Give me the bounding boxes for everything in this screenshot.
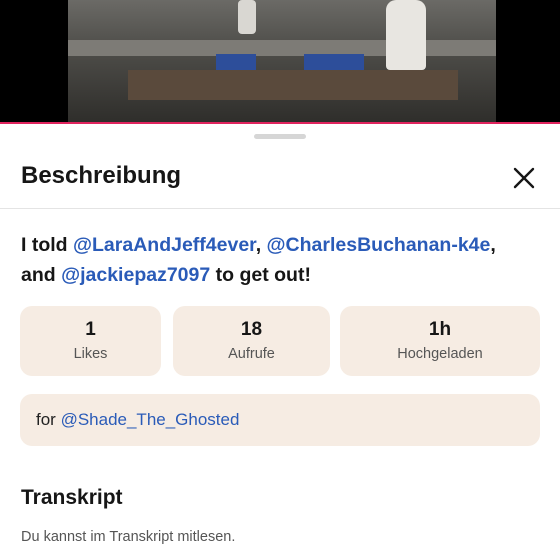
dedication-box: for @Shade_The_Ghosted: [20, 394, 540, 446]
dedication-text: for @Shade_The_Ghosted: [36, 410, 239, 430]
stat-label: Likes: [73, 346, 108, 362]
video-caption: I told @LaraAndJeff4ever, @CharlesBuchan…: [21, 230, 541, 290]
caption-text: to get out!: [210, 264, 311, 286]
video-scene-person: [238, 0, 256, 34]
dedication-prefix: for: [36, 410, 61, 429]
stats-row: 1 Likes 18 Aufrufe 1h Hochgeladen: [20, 306, 540, 376]
close-button[interactable]: [510, 164, 538, 192]
caption-text: ,: [255, 234, 262, 256]
video-scene-counter: [128, 70, 458, 100]
divider: [0, 208, 560, 209]
video-scene-person: [386, 0, 426, 70]
stat-uploaded: 1h Hochgeladen: [340, 306, 540, 376]
stat-label: Aufrufe: [228, 346, 275, 362]
stat-value: 1h: [428, 319, 452, 340]
stat-label: Hochgeladen: [397, 346, 483, 362]
video-scene-bin: [304, 54, 364, 70]
video-scene-bin: [216, 54, 256, 70]
transcript-subtitle: Du kannst im Transkript mitlesen.: [21, 529, 236, 545]
stat-value: 1: [85, 319, 96, 340]
mention-link[interactable]: @Shade_The_Ghosted: [61, 410, 240, 429]
mention-link[interactable]: @LaraAndJeff4ever: [73, 234, 256, 256]
transcript-heading: Transkript: [21, 486, 123, 509]
caption-text: ,: [490, 234, 496, 256]
caption-text: and: [21, 264, 62, 286]
description-sheet: Beschreibung I told @LaraAndJeff4ever, @…: [0, 124, 560, 560]
video-player[interactable]: [0, 0, 560, 124]
caption-text: I told: [21, 234, 73, 256]
stat-views: 18 Aufrufe: [173, 306, 330, 376]
video-frame: [68, 0, 496, 122]
stat-likes: 1 Likes: [20, 306, 161, 376]
mention-link[interactable]: @jackiepaz7097: [61, 264, 210, 286]
video-scene-shelf: [68, 40, 496, 56]
close-icon: [513, 167, 535, 189]
sheet-title: Beschreibung: [21, 162, 182, 189]
mention-link[interactable]: @CharlesBuchanan-k4e: [267, 234, 491, 256]
stat-value: 18: [240, 319, 263, 340]
drag-handle[interactable]: [254, 134, 306, 139]
